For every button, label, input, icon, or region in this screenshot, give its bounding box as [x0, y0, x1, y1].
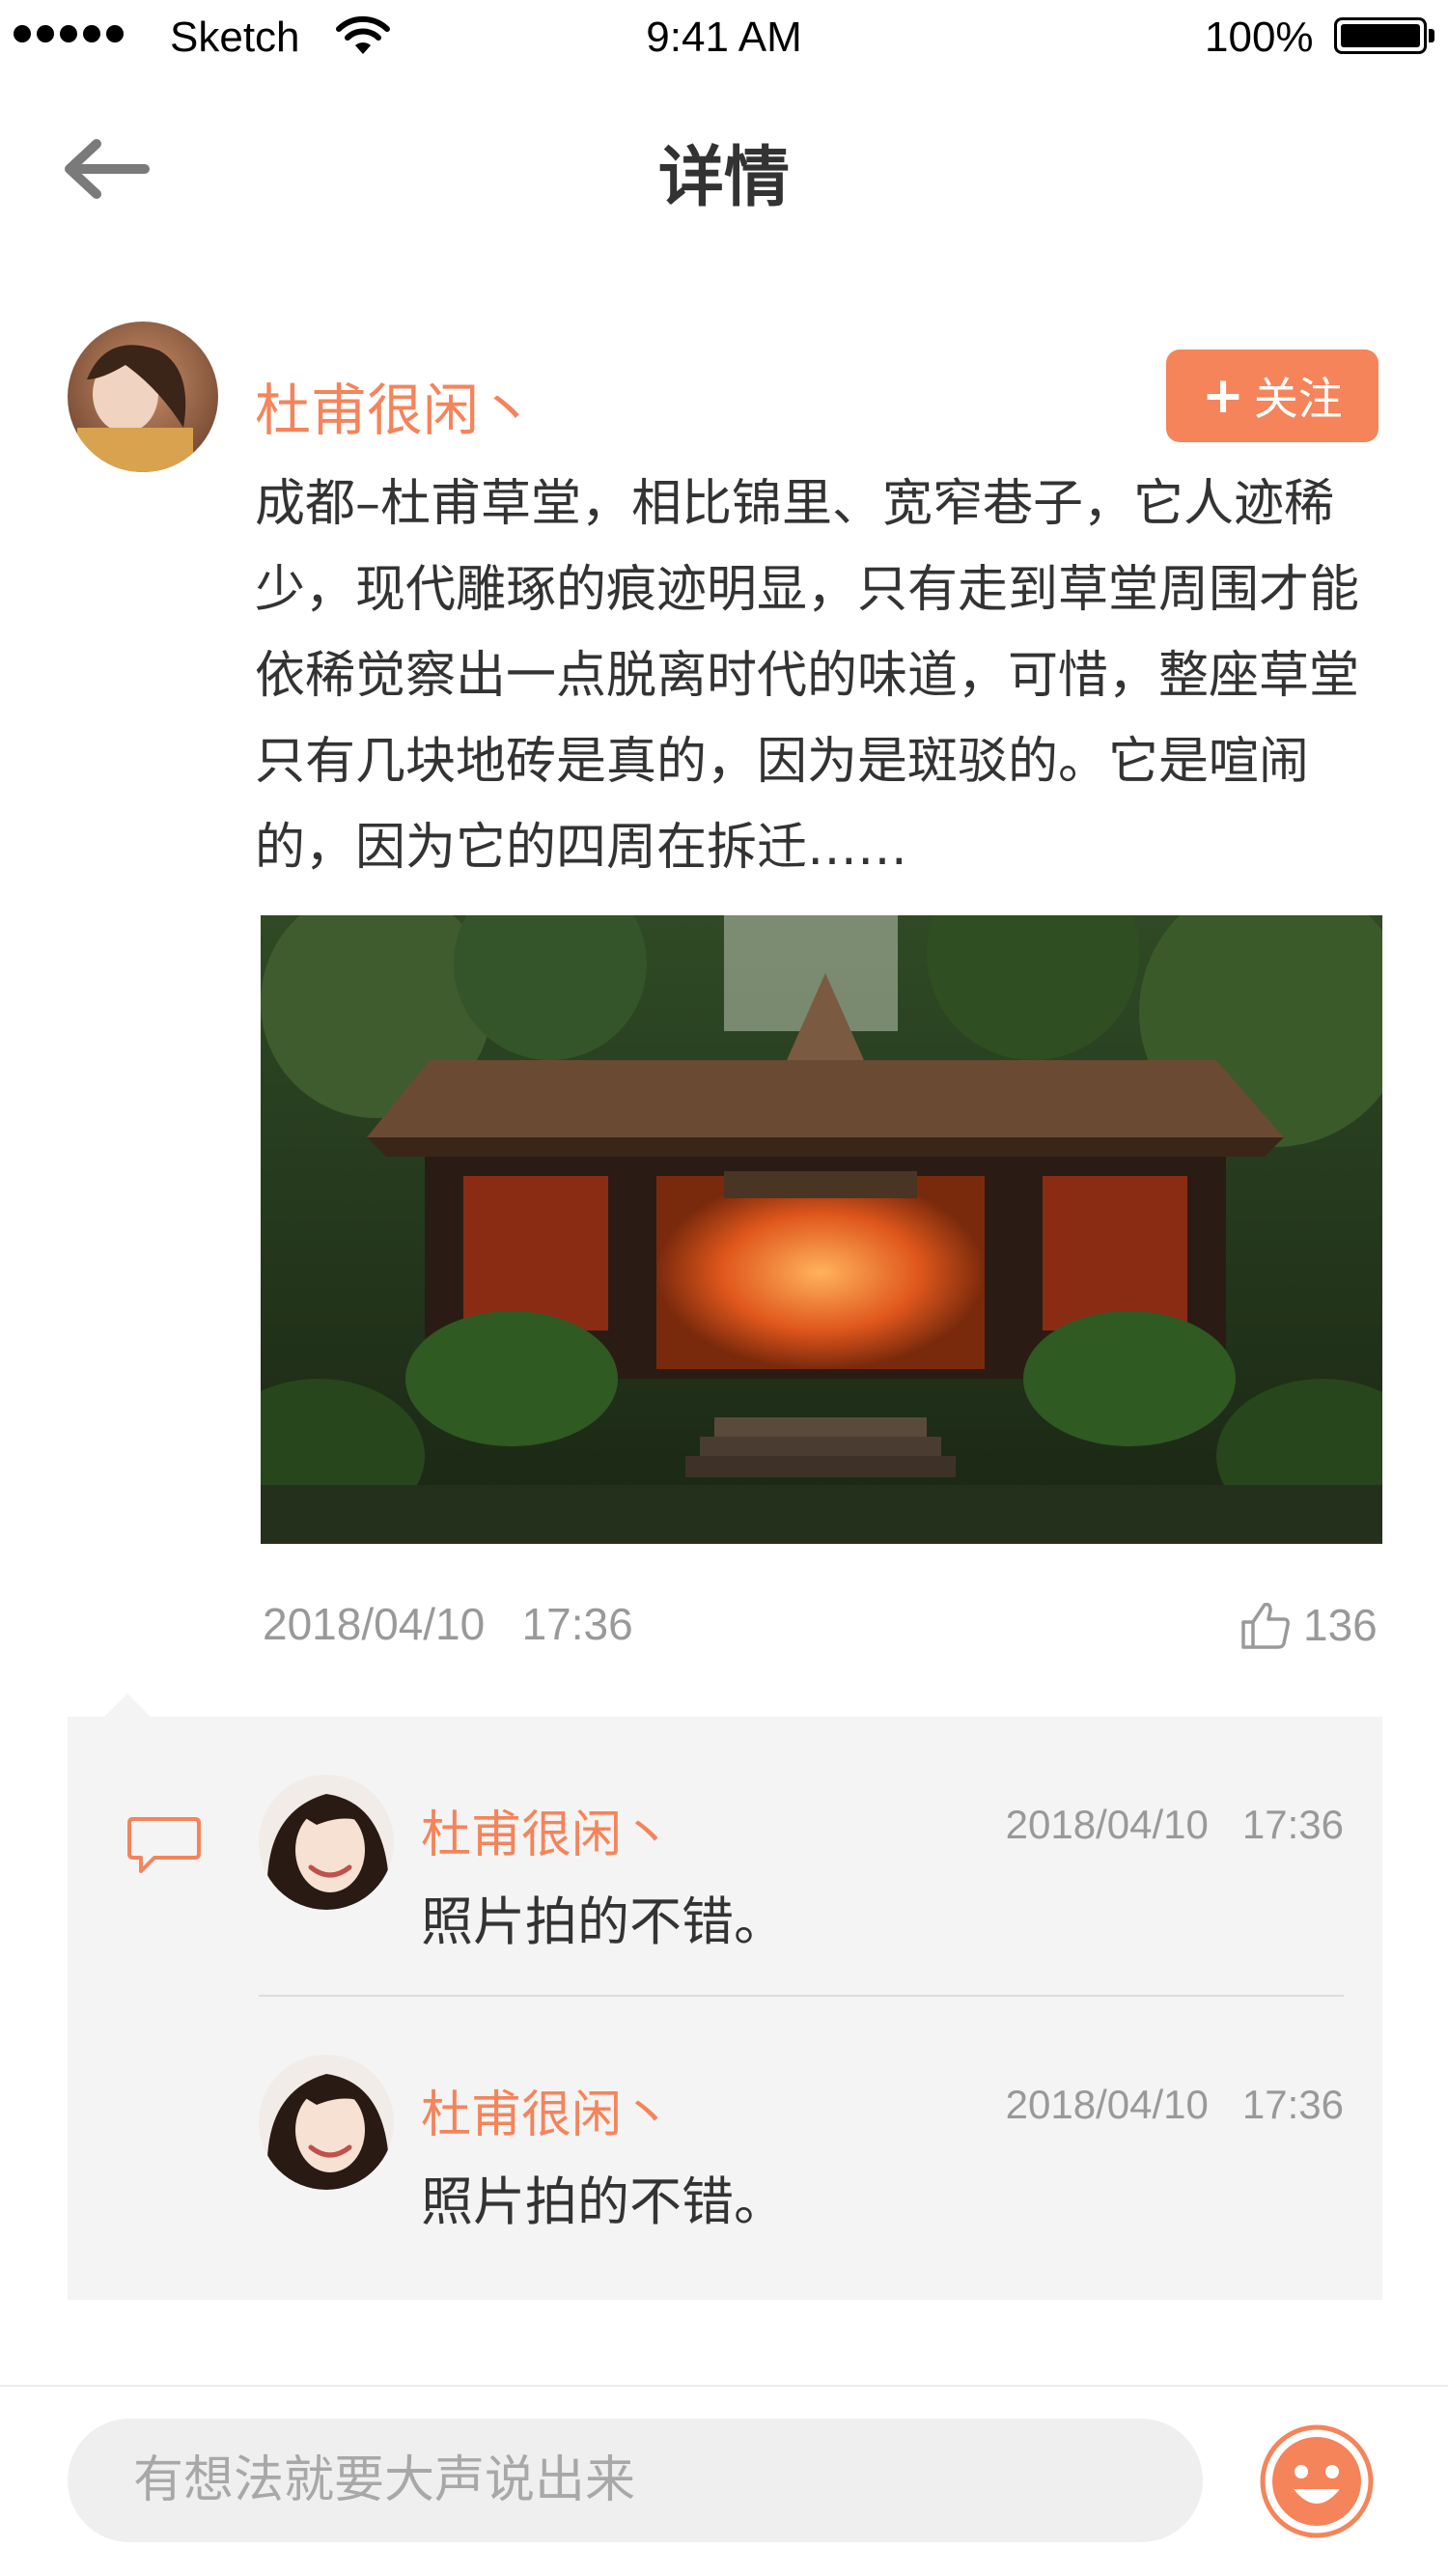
- comment-time: 17:36: [1241, 1802, 1344, 1847]
- comment-text: 照片拍的不错。: [421, 1891, 786, 1952]
- avatar[interactable]: [68, 322, 218, 472]
- comment-avatar[interactable]: [259, 1775, 394, 1910]
- comment-date: 2018/04/10: [1005, 1802, 1209, 1847]
- post-datetime: 2018/04/10 17:36: [263, 1598, 633, 1650]
- follow-label: 关注: [1253, 373, 1343, 425]
- comment-text: 照片拍的不错。: [421, 2171, 786, 2232]
- battery-tip: [1429, 29, 1434, 42]
- bottom-divider: [0, 2385, 1448, 2387]
- plus-icon: +: [1202, 367, 1244, 425]
- author-name[interactable]: 杜甫很闲丶: [255, 365, 535, 446]
- like-button[interactable]: 136: [1239, 1599, 1378, 1651]
- like-count: 136: [1303, 1600, 1378, 1650]
- comment-divider: [259, 1995, 1344, 1997]
- battery-percentage: 100%: [1205, 14, 1314, 61]
- smiley-icon[interactable]: [1259, 2423, 1375, 2539]
- post-text: 成都–杜甫草堂，相比锦里、宽窄巷子，它人迹稀少，现代雕琢的痕迹明显，只有走到草堂…: [255, 475, 1360, 877]
- comment-time: 17:36: [1241, 2082, 1344, 2127]
- status-bar: Sketch 9:41 AM 100%: [0, 0, 1448, 77]
- comment-datetime: 2018/04/10 17:36: [842, 1802, 1344, 1848]
- comment-author[interactable]: 杜甫很闲丶: [421, 1794, 672, 1866]
- comment-bubble-icon: [127, 1817, 201, 1873]
- comment-avatar[interactable]: [259, 2055, 394, 2190]
- thumbs-up-icon: [1241, 1602, 1290, 1649]
- comments-pointer: [104, 1694, 151, 1717]
- comment-author[interactable]: 杜甫很闲丶: [421, 2074, 672, 2146]
- comment-datetime: 2018/04/10 17:36: [842, 2082, 1344, 2128]
- comment-date: 2018/04/10: [1005, 2082, 1209, 2127]
- post-time: 17:36: [521, 1599, 633, 1649]
- follow-button[interactable]: + 关注: [1166, 350, 1378, 442]
- comment-input[interactable]: [68, 2419, 1203, 2542]
- page-title: 详情: [657, 140, 790, 216]
- post-date: 2018/04/10: [263, 1599, 486, 1649]
- battery-icon: [1334, 17, 1427, 54]
- post-image[interactable]: [261, 915, 1382, 1544]
